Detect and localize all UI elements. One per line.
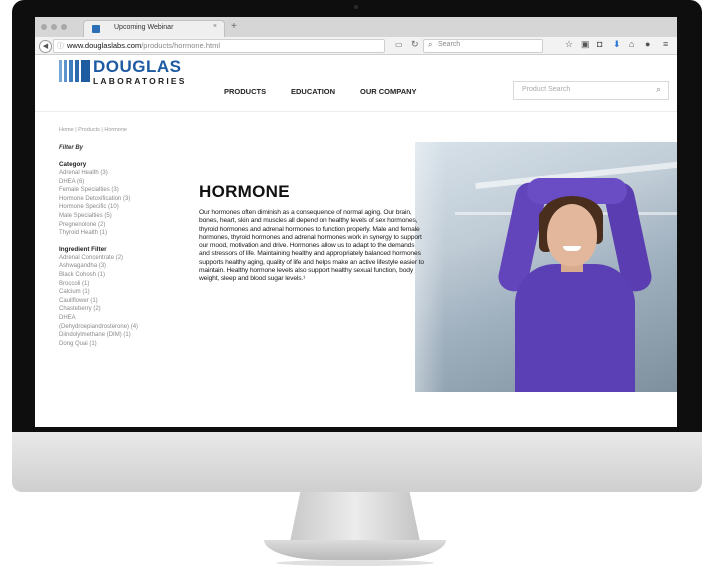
monitor-stand-base: [264, 540, 446, 560]
browser-search-placeholder: Search: [438, 41, 461, 48]
minimize-window-icon[interactable]: [51, 24, 57, 30]
category-item[interactable]: Thyroid Health (1): [59, 229, 189, 238]
close-window-icon[interactable]: [41, 24, 47, 30]
ingredient-item[interactable]: Black Cohosh (1): [59, 271, 189, 280]
back-button[interactable]: ◀: [39, 40, 52, 53]
browser-toolbar: ◀ ⓘ www.douglaslabs.com/products/hormone…: [35, 37, 677, 55]
home-icon[interactable]: ⌂: [629, 39, 634, 49]
ingredient-item[interactable]: Cauliflower (1): [59, 297, 189, 306]
reload-icon[interactable]: ↻: [411, 39, 419, 50]
search-icon: ⌕: [428, 40, 433, 49]
monitor-stand-neck: [290, 492, 420, 542]
breadcrumb[interactable]: Home | Products | Hormone: [59, 127, 127, 133]
stand-shadow: [276, 560, 434, 566]
menu-icon[interactable]: ≡: [663, 39, 668, 49]
category-item[interactable]: DHEA (6): [59, 178, 189, 187]
ingredient-item[interactable]: DHEA: [59, 314, 189, 323]
pocket-icon[interactable]: ◘: [597, 39, 602, 49]
search-icon[interactable]: ⌕: [656, 84, 661, 95]
category-item[interactable]: Pregnenolone (2): [59, 221, 189, 230]
download-icon[interactable]: ⬇: [613, 39, 621, 50]
category-heading: Category: [59, 161, 87, 168]
ingredient-item[interactable]: Calcium (1): [59, 288, 189, 297]
ingredient-item[interactable]: Adrenal Concentrate (2): [59, 254, 189, 263]
address-url: www.douglaslabs.com/products/hormone.htm…: [67, 41, 220, 50]
category-item[interactable]: Male Specialties (5): [59, 212, 189, 221]
douglas-logo-mark[interactable]: [59, 60, 90, 82]
reader-view-icon[interactable]: ▭: [395, 40, 403, 49]
ingredient-item[interactable]: Chasteberry (2): [59, 305, 189, 314]
ingredient-item[interactable]: Broccoli (1): [59, 280, 189, 289]
category-item[interactable]: Adrenal Health (3): [59, 169, 189, 178]
address-bar[interactable]: ⓘ www.douglaslabs.com/products/hormone.h…: [53, 39, 385, 53]
filter-sidebar: Filter By Category Adrenal Health (3) DH…: [59, 145, 189, 348]
logo-wordmark-bottom[interactable]: LABORATORIES: [93, 76, 187, 86]
ingredient-item[interactable]: Dong Quai (1): [59, 340, 189, 349]
url-domain: www.douglaslabs.com: [67, 41, 142, 50]
favicon-icon: [92, 25, 100, 33]
maximize-window-icon[interactable]: [61, 24, 67, 30]
product-search-placeholder: Product Search: [522, 86, 571, 93]
new-tab-button[interactable]: +: [231, 21, 237, 32]
product-search-input[interactable]: Product Search ⌕: [513, 81, 669, 100]
browser-tab-bar: Upcoming Webinar × +: [35, 17, 677, 38]
chat-icon[interactable]: ●: [645, 39, 650, 49]
category-item[interactable]: Hormone Specific (10): [59, 203, 189, 212]
monitor-chin: [12, 432, 702, 492]
star-icon[interactable]: ☆: [565, 39, 573, 50]
url-path: /products/hormone.html: [141, 41, 220, 50]
page-title: HORMONE: [199, 182, 290, 201]
browser-tab[interactable]: Upcoming Webinar ×: [83, 20, 225, 38]
nav-our-company[interactable]: OUR COMPANY: [360, 87, 417, 96]
tab-title: Upcoming Webinar: [114, 24, 174, 31]
nav-education[interactable]: EDUCATION: [291, 87, 335, 96]
hormone-description: Our hormones often diminish as a consequ…: [199, 209, 424, 283]
logo-wordmark-top[interactable]: DOUGLAS: [93, 57, 182, 77]
header-divider: [35, 111, 677, 112]
camera-icon: [354, 5, 358, 9]
close-tab-icon[interactable]: ×: [213, 23, 217, 30]
category-item[interactable]: Hormone Detoxification (3): [59, 195, 189, 204]
nav-products[interactable]: PRODUCTS: [224, 87, 266, 96]
hero-photo: [415, 142, 677, 392]
ingredient-item[interactable]: Diindolylmethane (DIM) (1): [59, 331, 189, 340]
browser-screen: Upcoming Webinar × + ◀ ⓘ www.douglaslabs…: [35, 17, 677, 427]
ingredient-filter-heading: Ingredient Filter: [59, 245, 107, 253]
ingredient-item[interactable]: (Dehydroepiandrosterone) (4): [59, 323, 189, 332]
ingredient-item[interactable]: Ashwagandha (3): [59, 262, 189, 271]
site-info-icon[interactable]: ⓘ: [57, 41, 64, 51]
clipboard-icon[interactable]: ▣: [581, 39, 590, 50]
filter-by-heading: Filter By: [59, 145, 84, 151]
browser-search-input[interactable]: ⌕ Search: [423, 39, 543, 53]
category-item[interactable]: Female Specialties (3): [59, 186, 189, 195]
